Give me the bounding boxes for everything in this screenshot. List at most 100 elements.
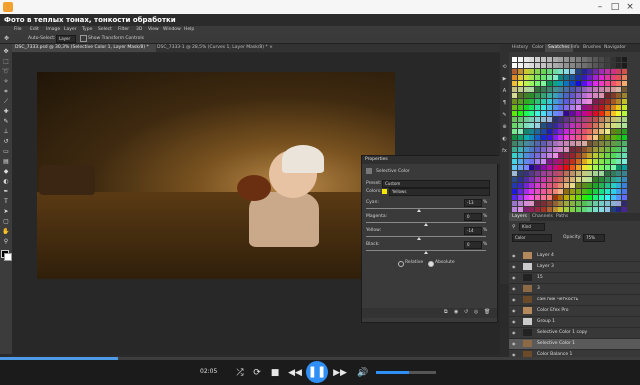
swatch[interactable] xyxy=(517,177,523,182)
swatch[interactable] xyxy=(575,93,581,98)
swatch[interactable] xyxy=(541,111,546,116)
swatch[interactable] xyxy=(616,69,622,74)
swatch[interactable] xyxy=(552,117,558,122)
swatch[interactable] xyxy=(616,105,622,110)
swatch[interactable] xyxy=(593,207,599,212)
slider-value-input[interactable]: 0 xyxy=(464,241,482,249)
swatch[interactable] xyxy=(552,57,558,62)
swatch[interactable] xyxy=(616,201,622,206)
swatch[interactable] xyxy=(570,117,575,122)
swatch[interactable] xyxy=(529,189,535,194)
swatch[interactable] xyxy=(593,141,599,146)
swatch[interactable] xyxy=(622,141,628,146)
swatch[interactable] xyxy=(512,75,517,80)
menu-image[interactable]: Image xyxy=(46,27,60,32)
swatch[interactable] xyxy=(558,63,564,68)
swatch[interactable] xyxy=(593,189,599,194)
swatch[interactable] xyxy=(587,141,593,146)
swatch[interactable] xyxy=(599,147,604,152)
swatch[interactable] xyxy=(546,189,552,194)
swatch[interactable] xyxy=(604,195,610,200)
history-brush-icon[interactable]: ↺ xyxy=(2,138,10,146)
swatch[interactable] xyxy=(564,147,570,152)
swatch[interactable] xyxy=(581,63,587,68)
swatch[interactable] xyxy=(581,93,587,98)
swatch[interactable] xyxy=(546,93,552,98)
swatch[interactable] xyxy=(593,57,599,62)
path-select-icon[interactable]: ➤ xyxy=(2,208,10,216)
swatch[interactable] xyxy=(599,129,604,134)
swatch[interactable] xyxy=(541,201,546,206)
clone-source-icon[interactable]: ⊕ xyxy=(501,124,508,131)
swatch[interactable] xyxy=(541,75,546,80)
swatch[interactable] xyxy=(564,189,570,194)
layer-row[interactable]: ◉ Group 1 xyxy=(509,317,640,328)
swatch[interactable] xyxy=(512,87,517,92)
tab-channels[interactable]: Channels xyxy=(529,213,556,221)
swatch[interactable] xyxy=(552,93,558,98)
swatch[interactable] xyxy=(517,159,523,164)
swatch[interactable] xyxy=(587,183,593,188)
swatch[interactable] xyxy=(616,153,622,158)
swatch[interactable] xyxy=(552,105,558,110)
minimize-button[interactable]: – xyxy=(594,1,606,13)
magic-wand-icon[interactable]: ✧ xyxy=(2,78,10,86)
swatch[interactable] xyxy=(616,75,622,80)
swatch[interactable] xyxy=(546,159,552,164)
swatch[interactable] xyxy=(610,171,616,176)
swatch[interactable] xyxy=(604,147,610,152)
swatch[interactable] xyxy=(581,69,587,74)
swatch[interactable] xyxy=(587,99,593,104)
swatch[interactable] xyxy=(610,207,616,212)
swatch[interactable] xyxy=(570,201,575,206)
swatch[interactable] xyxy=(541,195,546,200)
swatch[interactable] xyxy=(593,105,599,110)
swatch[interactable] xyxy=(558,129,564,134)
swatch[interactable] xyxy=(558,123,564,128)
menu-window[interactable]: Window xyxy=(163,27,181,32)
swatch[interactable] xyxy=(587,63,593,68)
swatch[interactable] xyxy=(604,63,610,68)
swatch[interactable] xyxy=(512,129,517,134)
swatch[interactable] xyxy=(535,117,541,122)
swatch[interactable] xyxy=(599,75,604,80)
swatch[interactable] xyxy=(558,135,564,140)
swatch[interactable] xyxy=(599,183,604,188)
delete-icon[interactable]: 🗑 xyxy=(484,309,490,315)
swatch[interactable] xyxy=(529,171,535,176)
close-icon[interactable]: × xyxy=(269,45,273,50)
dodge-icon[interactable]: ◐ xyxy=(2,178,10,186)
swatch[interactable] xyxy=(517,129,523,134)
swatch[interactable] xyxy=(570,165,575,170)
swatch[interactable] xyxy=(587,87,593,92)
swatch[interactable] xyxy=(622,201,628,206)
swatch[interactable] xyxy=(512,63,517,68)
swatch[interactable] xyxy=(622,99,628,104)
swatch[interactable] xyxy=(587,201,593,206)
tab-history[interactable]: History xyxy=(509,44,531,52)
swatch[interactable] xyxy=(546,183,552,188)
swatch[interactable] xyxy=(599,81,604,86)
swatch[interactable] xyxy=(546,153,552,158)
swatch[interactable] xyxy=(570,189,575,194)
layer-row[interactable]: ◉ 15 xyxy=(509,273,640,284)
swatch[interactable] xyxy=(535,177,541,182)
swatch[interactable] xyxy=(529,99,535,104)
swatch[interactable] xyxy=(587,153,593,158)
swatch[interactable] xyxy=(552,99,558,104)
swatch[interactable] xyxy=(546,123,552,128)
swatch[interactable] xyxy=(523,129,529,134)
swatch[interactable] xyxy=(604,75,610,80)
swatch[interactable] xyxy=(535,105,541,110)
swatch[interactable] xyxy=(575,207,581,212)
fast-forward-icon[interactable]: ▶▶ xyxy=(333,366,347,380)
swatch[interactable] xyxy=(604,117,610,122)
visibility-eye-icon[interactable]: ◉ xyxy=(512,341,517,346)
swatch[interactable] xyxy=(512,153,517,158)
swatch[interactable] xyxy=(587,69,593,74)
swatch[interactable] xyxy=(535,165,541,170)
swatch[interactable] xyxy=(558,147,564,152)
swatch[interactable] xyxy=(593,165,599,170)
swatch[interactable] xyxy=(529,141,535,146)
swatch[interactable] xyxy=(599,57,604,62)
